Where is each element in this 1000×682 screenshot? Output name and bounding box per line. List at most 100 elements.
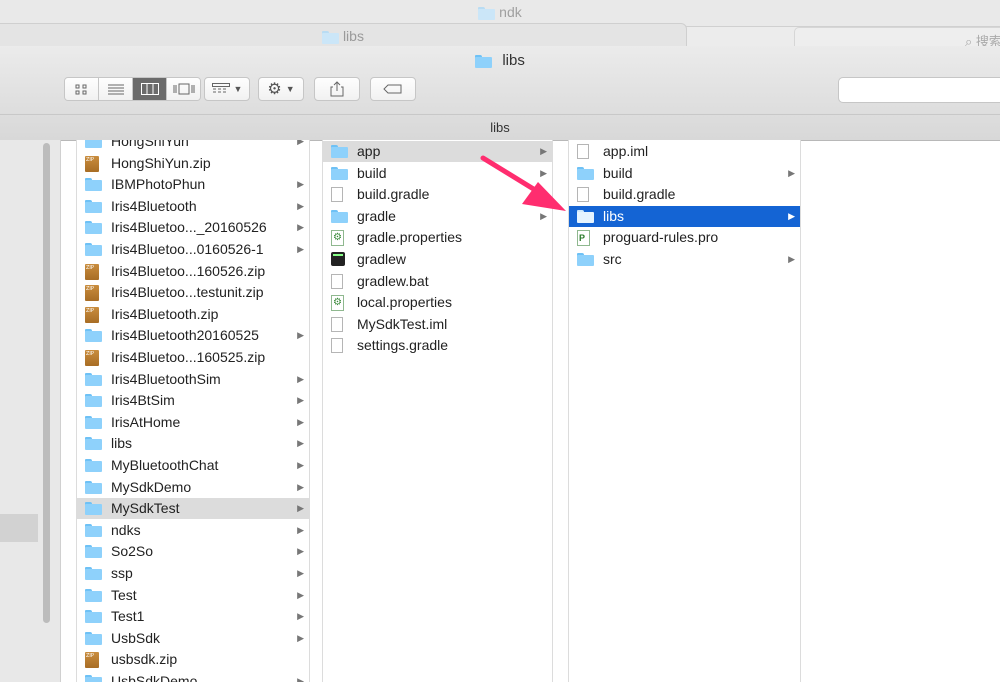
background-window-title: ndk [0,4,1000,20]
folder-icon [85,610,102,624]
folder-icon [85,329,102,343]
file-row[interactable]: Iris4Bluetoo...160526.zip [77,258,309,282]
folder-icon [478,6,496,20]
file-row[interactable]: ssp ▶ [77,563,309,584]
file-row[interactable]: build ▶ [569,163,800,184]
folder-icon [85,545,102,559]
document-icon [331,273,343,289]
folder-icon [85,178,102,192]
chevron-down-icon: ▼ [285,84,295,94]
folder-icon [331,209,348,223]
tags-button[interactable] [370,77,416,101]
file-row[interactable]: MySdkTest.iml [323,314,552,335]
action-button[interactable]: ⚙ ▼ [258,77,304,101]
file-name: HongShiYun [111,140,189,149]
folder-icon [85,459,102,472]
file-name: build.gradle [603,186,676,203]
file-row[interactable]: IBMPhotoPhun ▶ [77,174,309,195]
sidebar-selected-item[interactable] [0,514,38,542]
proguard-file-icon [577,230,590,247]
search-field[interactable] [838,77,1000,103]
file-row[interactable]: Iris4Bluetoo...160525.zip [77,344,309,368]
file-name: settings.gradle [357,337,449,354]
file-row[interactable]: Iris4Bluetoo...testunit.zip [77,279,309,303]
list-view-button[interactable] [99,78,133,100]
file-row[interactable]: app.iml [569,141,800,162]
file-name: build [357,164,387,181]
file-name: Iris4Bluetoo..._20160526 [111,219,267,236]
share-icon [330,81,344,97]
file-row[interactable]: MySdkDemo ▶ [77,477,309,498]
file-row[interactable]: Iris4BtSim ▶ [77,390,309,411]
properties-file-icon [331,230,344,247]
share-button[interactable] [314,77,360,101]
folder-icon [85,372,102,386]
file-row[interactable]: UsbSdkDemo ▶ [77,671,309,682]
cover-flow-view-button[interactable] [167,78,200,100]
file-row[interactable]: HongShiYun ▶ [77,140,309,152]
file-row[interactable]: gradlew.bat [323,271,552,292]
background-window-title: libs [0,28,686,44]
file-row[interactable]: gradle.properties [323,227,552,248]
file-row[interactable]: src ▶ [569,249,800,270]
file-row[interactable]: Test ▶ [77,585,309,606]
sidebar [0,140,61,682]
file-row[interactable]: MyBluetoothChat ▶ [77,455,309,476]
file-row[interactable]: libs ▶ [77,433,309,454]
file-name: app.iml [603,143,649,159]
file-row[interactable]: app ▶ [323,141,552,162]
file-row[interactable]: UsbSdk ▶ [77,628,309,649]
file-row[interactable]: Iris4Bluetoo..._20160526 ▶ [77,217,309,238]
file-name: Iris4Bluetooth [111,197,197,214]
file-row[interactable]: local.properties [323,292,552,313]
file-row[interactable]: gradlew [323,249,552,270]
disclosure-arrow-icon: ▶ [297,200,304,211]
file-row[interactable]: ndks ▶ [77,520,309,541]
disclosure-arrow-icon: ▶ [540,146,547,156]
file-row[interactable]: Iris4Bluetooth ▶ [77,196,309,217]
folder-icon [85,480,102,494]
folder-icon [577,209,594,223]
folder-icon [475,54,493,68]
chevron-down-icon: ▼ [233,84,243,94]
disclosure-arrow-icon: ▶ [297,140,304,146]
folder-icon [85,437,102,451]
file-row[interactable]: build ▶ [323,163,552,184]
file-row[interactable]: build.gradle [569,184,800,205]
file-row[interactable]: proguard-rules.pro [569,227,800,248]
disclosure-arrow-icon: ▶ [297,373,304,384]
file-row[interactable]: Iris4BluetoothSim ▶ [77,369,309,390]
file-name: MySdkTest.iml [357,315,448,332]
icon-view-button[interactable] [65,78,99,100]
file-name: proguard-rules.pro [603,229,719,246]
file-name: HongShiYun.zip [111,154,211,171]
file-row[interactable]: HongShiYun.zip [77,150,309,174]
column-view-button[interactable] [133,78,167,100]
file-row[interactable]: Iris4Bluetooth20160525 ▶ [77,325,309,346]
file-row[interactable]: So2So ▶ [77,541,309,562]
disclosure-arrow-icon: ▶ [540,167,547,178]
icon-grid-icon [75,84,87,94]
file-row[interactable]: libs ▶ [569,205,800,227]
file-row[interactable]: Iris4Bluetoo...0160526-1 ▶ [77,239,309,260]
folder-icon [85,523,102,537]
file-row[interactable]: Iris4Bluetooth.zip [77,301,309,325]
document-icon [577,187,589,203]
file-row[interactable]: usbsdk.zip [77,646,309,670]
file-row[interactable]: IrisAtHome ▶ [77,412,309,433]
column-1: HongShiYun▶HongShiYun.zipIBMPhotoPhun▶Ir… [76,140,310,682]
file-row[interactable]: Test1 ▶ [77,606,309,627]
zip-archive-icon [85,646,99,669]
file-row[interactable]: build.gradle [323,184,552,205]
file-name: Iris4Bluetoo...160525.zip [111,349,266,365]
zip-archive-icon [85,344,99,366]
sidebar-scrollbar[interactable] [43,143,50,623]
arrange-button[interactable]: ▼ [204,77,250,101]
file-row[interactable]: gradle ▶ [323,206,552,227]
file-name: Iris4BluetoothSim [111,370,221,387]
file-row[interactable]: MySdkTest ▶ [77,498,309,520]
folder-icon [577,166,594,180]
folder-icon [331,145,348,158]
document-icon [331,187,343,203]
file-row[interactable]: settings.gradle [323,335,552,356]
